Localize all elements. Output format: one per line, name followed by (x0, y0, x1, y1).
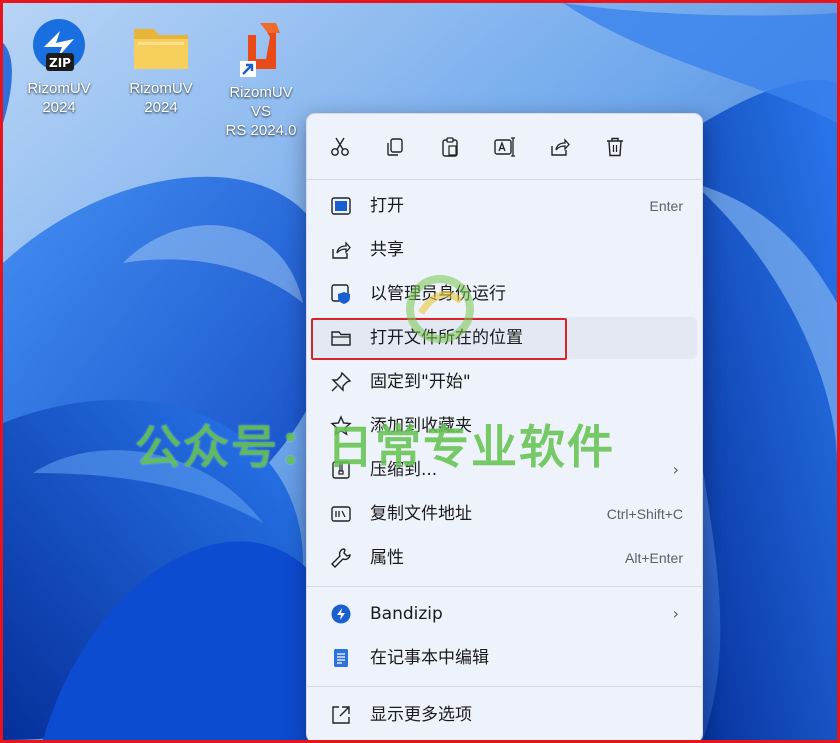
menu-item-pin-to-start[interactable]: 固定到"开始" (312, 361, 697, 403)
menu-item-show-more-options[interactable]: 显示更多选项 (312, 694, 697, 736)
menu-item-label: 显示更多选项 (370, 705, 472, 725)
watermark-logo (406, 275, 474, 343)
paste-icon (442, 137, 458, 157)
cut-button[interactable] (325, 132, 355, 162)
folder-icon (134, 29, 188, 69)
menu-item-properties[interactable]: 属性 Alt+Enter (312, 537, 697, 579)
menu-item-copy-path[interactable]: 复制文件地址 Ctrl+Shift+C (312, 493, 697, 535)
desktop-icon-label: RizomUV VS RS 2024.0 (225, 84, 297, 139)
menu-item-label: Bandizip (370, 604, 443, 624)
menu-item-share[interactable]: 共享 (312, 229, 697, 271)
menu-item-open[interactable]: 打开 Enter (312, 185, 697, 227)
desktop-icon-rizomuv-folder[interactable]: RizomUV 2024 (119, 17, 203, 117)
menu-separator (307, 686, 702, 687)
notepad-icon (334, 649, 348, 667)
menu-item-shortcut: Enter (649, 198, 683, 214)
menu-item-bandizip[interactable]: Bandizip › (312, 593, 697, 635)
copy-path-icon (331, 506, 351, 522)
delete-button[interactable] (600, 132, 630, 162)
menu-item-label: 在记事本中编辑 (370, 648, 489, 668)
menu-item-edit-in-notepad[interactable]: 在记事本中编辑 (312, 637, 697, 679)
menu-item-run-as-admin[interactable]: 以管理员身份运行 (312, 273, 697, 315)
bandizip-icon (331, 604, 351, 624)
menu-item-shortcut: Alt+Enter (625, 550, 683, 566)
open-icon (331, 197, 351, 215)
menu-item-label: 属性 (370, 548, 404, 568)
zip-archive-icon: ZIP (33, 19, 85, 71)
trash-icon (607, 137, 623, 157)
copy-button[interactable] (380, 132, 410, 162)
svg-text:ZIP: ZIP (49, 56, 71, 70)
desktop-icon-label: RizomUV 2024 (129, 80, 193, 116)
paste-button[interactable] (435, 132, 465, 162)
menu-item-label: 打开 (370, 196, 404, 216)
desktop-icon-label: RizomUV 2024 (27, 80, 91, 116)
share-icon (551, 138, 570, 156)
chevron-right-icon: › (672, 460, 679, 479)
watermark-text: 公众号：日常专业软件 (135, 420, 615, 474)
more-options-icon (332, 706, 350, 724)
admin-shield-icon (331, 284, 350, 304)
menu-item-label: 共享 (370, 240, 404, 260)
menu-item-shortcut: Ctrl+Shift+C (606, 506, 683, 522)
copy-icon (387, 138, 403, 156)
pin-icon (331, 371, 352, 392)
context-menu-toolbar (307, 114, 702, 178)
screenshot-frame: ZIP RizomUV 2024 RizomUV 2024 RizomUV VS… (0, 0, 840, 743)
rename-icon (494, 137, 515, 157)
wrench-icon (331, 548, 351, 568)
share-icon (332, 241, 351, 259)
rename-button[interactable] (490, 132, 520, 162)
desktop-icon-rizomuv-zip[interactable]: ZIP RizomUV 2024 (17, 17, 101, 117)
menu-separator (307, 586, 702, 587)
chevron-right-icon: › (672, 604, 679, 623)
rizomuv-app-icon (240, 23, 280, 77)
menu-item-label: 固定到"开始" (370, 372, 471, 392)
desktop-icon-rizomuv-shortcut[interactable]: RizomUV VS RS 2024.0 (219, 17, 303, 140)
menu-separator (307, 179, 702, 180)
scissors-icon (331, 137, 349, 156)
menu-item-label: 复制文件地址 (370, 504, 472, 524)
share-button[interactable] (545, 132, 575, 162)
